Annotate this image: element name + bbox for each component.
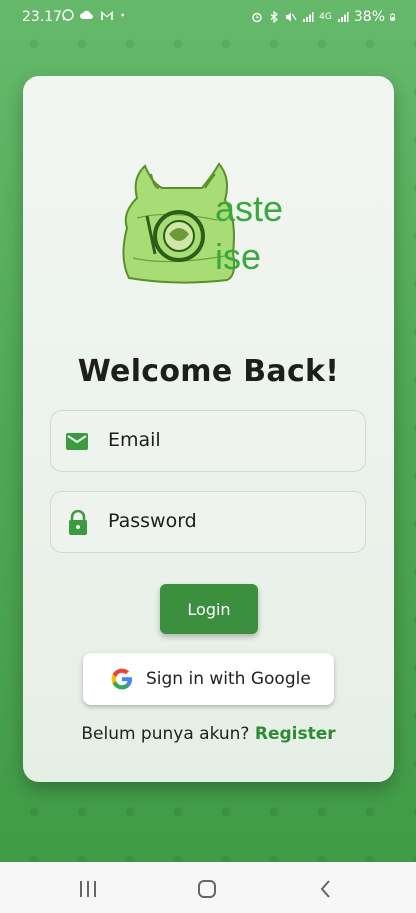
lock-icon	[69, 510, 87, 535]
google-icon	[111, 668, 132, 690]
bluetooth-icon	[270, 11, 279, 23]
logo-text-top: aste	[215, 188, 284, 229]
signal-icon-2	[337, 12, 349, 22]
logo-text-bottom: ise	[215, 236, 262, 277]
register-link[interactable]: Register	[255, 724, 336, 744]
password-field[interactable]: Password	[50, 491, 366, 553]
recent-apps-icon[interactable]	[78, 880, 98, 898]
google-button-label: Sign in with Google	[146, 669, 311, 689]
mute-icon	[286, 12, 297, 22]
login-card: aste ise Welcome Back! Email Password Lo…	[23, 76, 394, 782]
signal-icon	[303, 12, 314, 22]
alarm-icon	[252, 12, 262, 23]
system-nav-bar	[0, 862, 416, 913]
notification-dot-icon	[121, 13, 124, 17]
plastic-bag-logo-icon	[122, 162, 236, 284]
login-button[interactable]: Login	[160, 584, 258, 634]
battery-percent: 38%	[353, 9, 385, 25]
network-type: 4G	[319, 12, 332, 22]
page-title: Welcome Back!	[77, 354, 340, 389]
cloud-icon	[80, 10, 93, 19]
email-field[interactable]: Email	[50, 410, 366, 472]
status-bar: 23.17 4G 38%	[0, 0, 416, 36]
google-signin-button[interactable]: Sign in with Google	[83, 653, 334, 705]
register-row: Belum punya akun? Register	[23, 724, 394, 744]
whatsapp-icon	[62, 9, 74, 21]
no-account-text: Belum punya akun?	[81, 724, 250, 744]
back-icon[interactable]	[318, 880, 334, 898]
email-placeholder: Email	[108, 429, 161, 451]
status-time: 23.17	[22, 9, 63, 25]
gmail-icon	[101, 11, 113, 20]
password-placeholder: Password	[108, 510, 197, 532]
battery-icon	[390, 13, 396, 21]
mail-icon	[66, 433, 88, 450]
home-icon[interactable]	[197, 880, 217, 898]
